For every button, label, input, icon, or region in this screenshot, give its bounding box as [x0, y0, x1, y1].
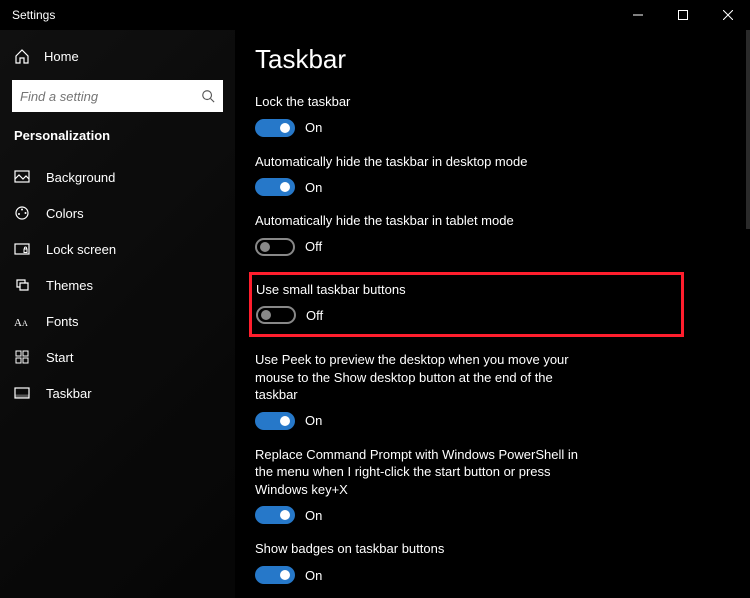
toggle-powershell[interactable] — [255, 506, 295, 524]
toggle-state: Off — [306, 308, 323, 323]
toggle-state: On — [305, 568, 322, 583]
svg-text:A: A — [22, 319, 28, 328]
highlight-annotation: Use small taskbar buttons Off — [249, 272, 684, 338]
background-icon — [14, 169, 30, 185]
taskbar-icon — [14, 385, 30, 401]
svg-text:A: A — [14, 317, 22, 329]
sidebar-item-themes[interactable]: Themes — [0, 267, 235, 303]
minimize-button[interactable] — [615, 0, 660, 30]
sidebar-item-label: Start — [46, 350, 73, 365]
toggle-autohide-tablet[interactable] — [255, 238, 295, 256]
colors-icon — [14, 205, 30, 221]
lockscreen-icon — [14, 241, 30, 257]
sidebar-item-lockscreen[interactable]: Lock screen — [0, 231, 235, 267]
sidebar-item-background[interactable]: Background — [0, 159, 235, 195]
sidebar-item-colors[interactable]: Colors — [0, 195, 235, 231]
setting-label: Use Peek to preview the desktop when you… — [255, 351, 585, 404]
setting-label: Replace Command Prompt with Windows Powe… — [255, 446, 585, 499]
home-icon — [14, 48, 30, 64]
toggle-state: On — [305, 180, 322, 195]
toggle-state: On — [305, 508, 322, 523]
sidebar-item-label: Lock screen — [46, 242, 116, 257]
category-heading: Personalization — [0, 122, 235, 153]
home-button[interactable]: Home — [0, 36, 235, 76]
setting-small-buttons: Use small taskbar buttons Off — [256, 281, 671, 325]
sidebar: Home Personalization Background — [0, 30, 235, 598]
search-input[interactable] — [20, 89, 201, 104]
setting-label: Lock the taskbar — [255, 93, 585, 111]
fonts-icon: AA — [14, 313, 30, 329]
setting-label: Automatically hide the taskbar in deskto… — [255, 153, 585, 171]
setting-label: Show badges on taskbar buttons — [255, 540, 585, 558]
toggle-state: On — [305, 120, 322, 135]
sidebar-item-label: Taskbar — [46, 386, 92, 401]
search-icon — [201, 89, 215, 103]
sidebar-item-label: Background — [46, 170, 115, 185]
setting-autohide-tablet: Automatically hide the taskbar in tablet… — [255, 212, 730, 256]
toggle-lock-taskbar[interactable] — [255, 119, 295, 137]
sidebar-item-label: Themes — [46, 278, 93, 293]
home-label: Home — [44, 49, 79, 64]
setting-badges: Show badges on taskbar buttons On — [255, 540, 730, 584]
toggle-autohide-desktop[interactable] — [255, 178, 295, 196]
themes-icon — [14, 277, 30, 293]
setting-peek: Use Peek to preview the desktop when you… — [255, 351, 730, 430]
window-controls — [615, 0, 750, 30]
sidebar-item-fonts[interactable]: AA Fonts — [0, 303, 235, 339]
start-icon — [14, 349, 30, 365]
close-button[interactable] — [705, 0, 750, 30]
setting-label: Automatically hide the taskbar in tablet… — [255, 212, 585, 230]
sidebar-item-taskbar[interactable]: Taskbar — [0, 375, 235, 411]
setting-lock-taskbar: Lock the taskbar On — [255, 93, 730, 137]
toggle-peek[interactable] — [255, 412, 295, 430]
window-title: Settings — [12, 8, 55, 22]
main-content: Taskbar Lock the taskbar On Automaticall… — [235, 30, 750, 598]
sidebar-item-start[interactable]: Start — [0, 339, 235, 375]
maximize-button[interactable] — [660, 0, 705, 30]
setting-powershell: Replace Command Prompt with Windows Powe… — [255, 446, 730, 525]
setting-autohide-desktop: Automatically hide the taskbar in deskto… — [255, 153, 730, 197]
titlebar: Settings — [0, 0, 750, 30]
sidebar-item-label: Fonts — [46, 314, 79, 329]
toggle-state: Off — [305, 239, 322, 254]
page-title: Taskbar — [255, 44, 730, 75]
toggle-state: On — [305, 413, 322, 428]
search-box[interactable] — [12, 80, 223, 112]
scrollbar[interactable] — [746, 30, 750, 598]
setting-label: Use small taskbar buttons — [256, 281, 586, 299]
sidebar-item-label: Colors — [46, 206, 84, 221]
toggle-badges[interactable] — [255, 566, 295, 584]
toggle-small-buttons[interactable] — [256, 306, 296, 324]
